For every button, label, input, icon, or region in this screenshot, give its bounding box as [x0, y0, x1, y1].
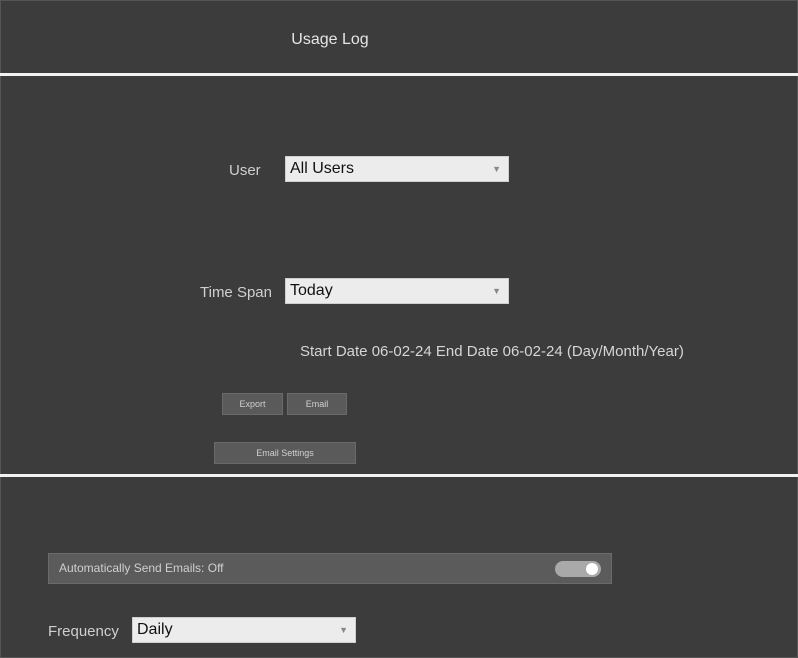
auto-email-toggle[interactable]	[555, 561, 601, 577]
email-settings-button[interactable]: Email Settings	[214, 442, 356, 464]
frequency-label: Frequency	[48, 623, 119, 640]
user-label: User	[229, 162, 261, 179]
user-select[interactable]: All Users ▼	[285, 156, 509, 182]
page-title: Usage Log	[291, 31, 369, 48]
section-divider	[0, 474, 798, 477]
timespan-select-value: Today	[290, 282, 333, 299]
user-select-value: All Users	[290, 160, 355, 177]
header-divider	[0, 73, 798, 76]
toggle-knob	[586, 563, 598, 575]
chevron-down-icon: ▼	[339, 625, 348, 635]
timespan-select[interactable]: Today ▼	[285, 278, 509, 304]
chevron-down-icon: ▼	[492, 286, 501, 296]
auto-email-label: Automatically Send Emails: Off	[59, 561, 224, 575]
date-range-text: Start Date 06-02-24 End Date 06-02-24 (D…	[300, 343, 684, 360]
timespan-label: Time Span	[200, 284, 272, 301]
email-button[interactable]: Email	[287, 393, 347, 415]
frequency-select[interactable]: Daily ▼	[132, 617, 356, 643]
frequency-select-value: Daily	[137, 621, 173, 638]
auto-email-row[interactable]: Automatically Send Emails: Off	[48, 553, 612, 584]
export-button[interactable]: Export	[222, 393, 283, 415]
chevron-down-icon: ▼	[492, 164, 501, 174]
